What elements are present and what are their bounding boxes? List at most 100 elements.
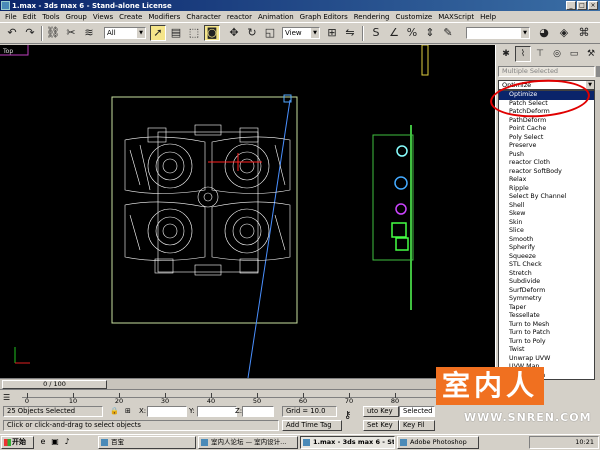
- modifier-list-item[interactable]: Squeeze: [499, 253, 594, 262]
- task-item-1[interactable]: 室内人论坛 — 室内设计...: [198, 436, 298, 449]
- key-filters-button[interactable]: Key Fil: [399, 420, 435, 431]
- menu-help[interactable]: Help: [477, 13, 499, 21]
- bind-icon[interactable]: ≋: [81, 25, 97, 41]
- modifier-list-scrollbar[interactable]: [595, 90, 600, 380]
- selection-name-field[interactable]: Multiple Selected: [498, 66, 595, 77]
- time-slider[interactable]: 0 / 100: [0, 378, 495, 389]
- motion-tab-icon[interactable]: ◎: [549, 46, 565, 62]
- named-selection-dropdown[interactable]: ▼: [466, 27, 530, 39]
- link-icon[interactable]: ⛓: [45, 25, 61, 41]
- maximize-button[interactable]: □: [577, 1, 587, 10]
- material-editor-icon[interactable]: ◕: [536, 25, 552, 41]
- region-select-icon[interactable]: ⬚: [186, 25, 202, 41]
- object-color-swatch[interactable]: [596, 66, 600, 77]
- menu-graph-editors[interactable]: Graph Editors: [297, 13, 351, 21]
- track-bar[interactable]: 0102030405060708090100: [0, 389, 495, 405]
- modifier-list-item[interactable]: Stretch: [499, 270, 594, 279]
- viewport-label[interactable]: Top: [3, 48, 13, 55]
- rotate-icon[interactable]: ↻: [244, 25, 260, 41]
- modifier-list-item[interactable]: Skew: [499, 210, 594, 219]
- menu-file[interactable]: File: [2, 13, 20, 21]
- y-coordinate-field[interactable]: [197, 406, 237, 417]
- task-item-2[interactable]: 1.max - 3ds max 6 - Stan...: [300, 436, 395, 449]
- modifier-list-item[interactable]: Relax: [499, 176, 594, 185]
- pivot-icon[interactable]: ⊞: [324, 25, 340, 41]
- move-icon[interactable]: ✥: [226, 25, 242, 41]
- lock-icon[interactable]: 🔒: [110, 406, 119, 417]
- modify-tab-icon[interactable]: ⌇: [515, 46, 531, 62]
- task-item-3[interactable]: Adobe Photoshop: [397, 436, 479, 449]
- modifier-list-item[interactable]: Symmetry: [499, 295, 594, 304]
- ie-icon[interactable]: e: [38, 437, 48, 447]
- desktop-icon[interactable]: ▣: [50, 437, 60, 447]
- modifier-list-item[interactable]: reactor SoftBody: [499, 168, 594, 177]
- edit-named-selection-icon[interactable]: ✎: [440, 25, 456, 41]
- minimize-button[interactable]: _: [566, 1, 576, 10]
- menu-edit[interactable]: Edit: [20, 13, 40, 21]
- render-icon[interactable]: ◈: [556, 25, 572, 41]
- modifier-list-item[interactable]: Select By Channel: [499, 193, 594, 202]
- menu-tools[interactable]: Tools: [39, 13, 62, 21]
- modifier-list-item[interactable]: SurfDeform: [499, 287, 594, 296]
- modifier-list-item[interactable]: Skin: [499, 219, 594, 228]
- menu-views[interactable]: Views: [90, 13, 116, 21]
- menu-reactor[interactable]: reactor: [224, 13, 255, 21]
- create-tab-icon[interactable]: ✱: [498, 46, 514, 62]
- snap-icon[interactable]: S: [368, 25, 384, 41]
- modifier-list-item[interactable]: Ripple: [499, 185, 594, 194]
- quick-render-icon[interactable]: ⌘: [576, 25, 592, 41]
- modifier-list-item[interactable]: Point Cache: [499, 125, 594, 134]
- time-slider-handle[interactable]: 0 / 100: [2, 380, 107, 389]
- display-tab-icon[interactable]: ▭: [566, 46, 582, 62]
- menu-animation[interactable]: Animation: [255, 13, 297, 21]
- modifier-list-item[interactable]: Shell: [499, 202, 594, 211]
- set-key-button[interactable]: Set Key: [363, 420, 399, 431]
- hierarchy-tab-icon[interactable]: ⊤: [532, 46, 548, 62]
- menu-rendering[interactable]: Rendering: [351, 13, 393, 21]
- x-coordinate-field[interactable]: [147, 406, 187, 417]
- reference-coord-dropdown[interactable]: View ▼: [282, 27, 320, 39]
- window-crossing-icon[interactable]: ◙: [204, 25, 220, 41]
- menu-create[interactable]: Create: [116, 13, 145, 21]
- angle-snap-icon[interactable]: ∠: [386, 25, 402, 41]
- modifier-list-item[interactable]: STL Check: [499, 261, 594, 270]
- unlink-icon[interactable]: ✂: [63, 25, 79, 41]
- media-icon[interactable]: ♪: [62, 437, 72, 447]
- auto-key-button[interactable]: uto Key: [363, 406, 399, 417]
- key-selection-dropdown[interactable]: Selected: [399, 406, 435, 417]
- menu-character[interactable]: Character: [183, 13, 224, 21]
- task-item-0[interactable]: 百宝: [98, 436, 196, 449]
- modifier-list-item[interactable]: Slice: [499, 227, 594, 236]
- selection-filter-dropdown[interactable]: All ▼: [104, 27, 146, 39]
- modifier-list-item[interactable]: Subdivide: [499, 278, 594, 287]
- modifier-list-item[interactable]: Twist: [499, 346, 594, 355]
- modifier-list-item[interactable]: Tessellate: [499, 312, 594, 321]
- spinner-snap-icon[interactable]: ⇕: [422, 25, 438, 41]
- select-icon[interactable]: ➚: [150, 25, 166, 41]
- modifier-list-item[interactable]: Turn to Mesh: [499, 321, 594, 330]
- undo-icon[interactable]: ↶: [4, 25, 20, 41]
- mirror-icon[interactable]: ⇋: [342, 25, 358, 41]
- utilities-tab-icon[interactable]: ⚒: [583, 46, 599, 62]
- mini-curve-editor-icon[interactable]: ☰: [3, 393, 17, 403]
- modifier-list-item[interactable]: Turn to Patch: [499, 329, 594, 338]
- modifier-list-item[interactable]: PathDeform: [499, 117, 594, 126]
- percent-snap-icon[interactable]: %: [404, 25, 420, 41]
- modifier-list-item[interactable]: Spherify: [499, 244, 594, 253]
- modifier-list-item[interactable]: Poly Select: [499, 134, 594, 143]
- menu-group[interactable]: Group: [63, 13, 90, 21]
- modifier-list-item[interactable]: reactor Cloth: [499, 159, 594, 168]
- modifier-list-item[interactable]: Unwrap UVW: [499, 355, 594, 364]
- modifier-list-item[interactable]: Push: [499, 151, 594, 160]
- modifier-list-item[interactable]: Turn to Poly: [499, 338, 594, 347]
- scale-icon[interactable]: ◱: [262, 25, 278, 41]
- menu-maxscript[interactable]: MAXScript: [435, 13, 477, 21]
- start-button[interactable]: 开始: [1, 436, 34, 449]
- close-button[interactable]: ×: [588, 1, 598, 10]
- key-mode-icon[interactable]: ⚷: [344, 410, 351, 421]
- menu-customize[interactable]: Customize: [392, 13, 435, 21]
- viewport-top[interactable]: Top: [0, 45, 495, 378]
- select-by-name-icon[interactable]: ▤: [168, 25, 184, 41]
- menu-modifiers[interactable]: Modifiers: [145, 13, 183, 21]
- modifier-list-item[interactable]: Smooth: [499, 236, 594, 245]
